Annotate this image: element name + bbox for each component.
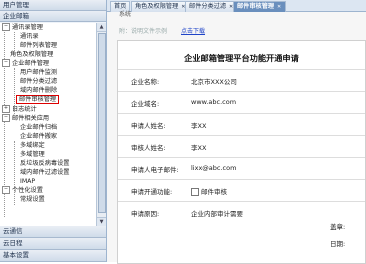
sidebar-header-enterprise-mailbox[interactable]: 企业邮箱 xyxy=(0,11,106,22)
date-label: 日期: xyxy=(330,240,346,248)
tree-node-mail-archive[interactable]: 企业邮件归档 xyxy=(20,123,57,132)
tree-node-enterprise-mail-mgmt[interactable]: − 企业邮件管理 xyxy=(2,59,49,68)
close-icon[interactable]: ✕ xyxy=(276,2,282,12)
sidebar-header-basic-settings[interactable]: 基本设置 xyxy=(0,250,106,262)
mail-audit-checkbox[interactable] xyxy=(191,188,199,196)
form-row-company-domain: 企业域名: www.abc.com xyxy=(118,91,365,114)
collapse-icon[interactable]: − xyxy=(2,59,10,67)
main-content: 系统 附：说明文件示例 点击下载 企业邮箱管理平台功能开通申请 企业名称: 北京… xyxy=(107,11,366,264)
tab-roles-permissions[interactable]: 角色及权限管理 ✕ xyxy=(131,1,191,12)
tree-line xyxy=(14,141,15,205)
tree-node-multi-domain-mgmt[interactable]: 多域管理 xyxy=(20,150,45,159)
form-row-reviewer-name: 审核人姓名: 李XX xyxy=(118,135,365,158)
tab-mail-audit-mgmt[interactable]: 邮件审核管理 ✕ xyxy=(233,1,287,12)
form-row-reason: 申请原因: 企业内部审计需要 xyxy=(118,201,365,224)
application-form: 企业邮箱管理平台功能开通申请 企业名称: 北京市XXX公司 企业域名: www.… xyxy=(117,40,366,264)
tree-node-general-settings[interactable]: 常规设置 xyxy=(20,195,45,204)
sidebar-header-user-management[interactable]: 用户管理 xyxy=(0,0,106,11)
nav-tree: − 通讯录管理 通讯录 邮件列表管理 角色及权限管理 − 企业邮件管理 用户邮件监测… xyxy=(0,23,96,226)
tree-node-roles-permissions[interactable]: 角色及权限管理 xyxy=(10,50,53,59)
tree-node-imap[interactable]: IMAP xyxy=(20,177,35,186)
tree-node-mail-category-filter[interactable]: 邮件分类过滤 xyxy=(20,77,57,86)
sidebar-scrollbar[interactable]: ▲ ▼ xyxy=(96,23,106,226)
form-row-applicant-name: 申请人姓名: 李XX xyxy=(118,113,365,136)
scrollbar-thumb[interactable] xyxy=(98,33,106,213)
tree-node-domain-filter-settings[interactable]: 域内邮件过滤设置 xyxy=(20,168,70,177)
download-link[interactable]: 点击下载 xyxy=(181,26,205,35)
sidebar-header-cloud-calendar[interactable]: 云日程 xyxy=(0,238,106,250)
tree-node-mail-list-mgmt[interactable]: 邮件列表管理 xyxy=(20,41,57,50)
tree-line xyxy=(14,32,15,51)
scroll-up-icon[interactable]: ▲ xyxy=(97,23,106,32)
tree-node-mail-audit-mgmt[interactable]: 邮件审核管理 xyxy=(16,95,60,104)
form-title: 企业邮箱管理平台功能开通申请 xyxy=(184,53,299,63)
tree-node-mail-migration[interactable]: 企业邮件搬家 xyxy=(20,132,57,141)
form-row-company-name: 企业名称: 北京市XXX公司 xyxy=(118,69,365,92)
form-row-applicant-email: 申请人电子邮件: lixx@abc.com xyxy=(118,157,365,180)
sample-file-hint: 附：说明文件示例 xyxy=(119,28,168,35)
form-row-requested-feature: 申请开通功能: 邮件审核 xyxy=(118,179,365,202)
expand-icon[interactable]: + xyxy=(2,105,10,113)
tree-node-contacts-mgmt[interactable]: − 通讯录管理 xyxy=(2,23,43,32)
sidebar-header-cloud-comm[interactable]: 云通信 xyxy=(0,226,106,238)
collapse-icon[interactable]: − xyxy=(2,186,10,194)
scroll-down-icon[interactable]: ▼ xyxy=(97,217,106,226)
seal-label: 盖章: xyxy=(330,223,346,231)
sidebar: 用户管理 企业邮箱 − 通讯录管理 通讯录 邮件列表管理 角色及权限管理 − 企业邮… xyxy=(0,0,107,262)
collapse-icon[interactable]: − xyxy=(2,23,10,31)
tree-node-multi-domain-bind[interactable]: 多域绑定 xyxy=(20,141,45,150)
breadcrumb: 系统 xyxy=(119,11,132,18)
tree-node-mail-apps[interactable]: − 邮件相关应用 xyxy=(2,114,49,123)
tree-node-user-mail-monitor[interactable]: 用户邮件监测 xyxy=(20,68,57,77)
tree-node-contacts[interactable]: 通讯录 xyxy=(20,32,39,41)
tab-mail-category-filter[interactable]: 邮件分类过滤 ✕ xyxy=(185,1,239,12)
tree-node-log-stats[interactable]: + 日志统计 xyxy=(2,105,37,114)
tab-bar: 首页 角色及权限管理 ✕ 邮件分类过滤 ✕ 邮件审核管理 ✕ xyxy=(107,0,366,12)
tree-node-personalization[interactable]: − 个性化设置 xyxy=(2,186,43,195)
tree-node-domain-mail-delete[interactable]: 域内邮件删除 xyxy=(20,86,57,95)
tree-node-antispam-settings[interactable]: 反垃圾反病毒设置 xyxy=(20,159,70,168)
collapse-icon[interactable]: − xyxy=(2,114,10,122)
